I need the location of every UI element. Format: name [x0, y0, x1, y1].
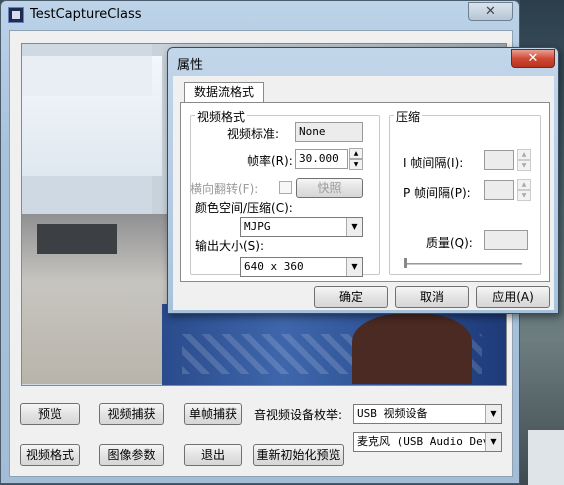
p-frame-spinner: ▲ ▼ — [517, 179, 531, 201]
quality-slider[interactable] — [404, 263, 522, 265]
spin-down-icon: ▼ — [517, 160, 531, 171]
video-format-button[interactable]: 视频格式 — [20, 444, 80, 466]
single-frame-capture-button[interactable]: 单帧捕获 — [184, 403, 242, 425]
device-enum-label: 音视频设备枚举: — [254, 408, 343, 422]
output-size-label: 输出大小(S): — [195, 239, 265, 253]
frame-rate-label: 帧率(R): — [247, 154, 293, 168]
spin-down-icon[interactable]: ▼ — [349, 159, 363, 170]
i-frame-field — [484, 150, 514, 170]
cancel-button[interactable]: 取消 — [395, 286, 469, 308]
dialog-title: 属性 — [177, 58, 204, 73]
color-space-select[interactable]: MJPG ▼ — [240, 217, 363, 237]
p-frame-label: P 帧间隔(P): — [403, 186, 471, 200]
audio-device-select[interactable]: 麦克风 (USB Audio Devi ▼ — [353, 432, 502, 452]
quality-field — [484, 230, 528, 250]
image-params-button[interactable]: 图像参数 — [99, 444, 164, 466]
frame-rate-spinner[interactable]: ▲ ▼ — [349, 148, 363, 170]
video-device-value: USB 视频设备 — [357, 407, 428, 420]
window-close-button[interactable]: ✕ — [468, 2, 513, 21]
spin-down-icon: ▼ — [517, 190, 531, 201]
frame-rate-input[interactable]: 30.000 — [295, 149, 348, 169]
reinit-preview-button[interactable]: 重新初始化预览 — [253, 444, 344, 466]
spin-up-icon[interactable]: ▲ — [349, 148, 363, 159]
output-size-value: 640 x 360 — [244, 260, 304, 273]
dropdown-arrow-icon: ▼ — [346, 258, 362, 276]
dialog-close-button[interactable]: ✕ — [511, 49, 555, 68]
apply-button[interactable]: 应用(A) — [476, 286, 550, 308]
i-frame-label: I 帧间隔(I): — [403, 156, 464, 170]
video-device-select[interactable]: USB 视频设备 ▼ — [353, 404, 502, 424]
ok-button[interactable]: 确定 — [314, 286, 388, 308]
video-capture-button[interactable]: 视频捕获 — [99, 403, 164, 425]
dropdown-arrow-icon: ▼ — [485, 405, 501, 423]
tab-panel: 视频格式 视频标准: None 帧率(R): 30.000 ▲ ▼ 横向翻转(F… — [180, 102, 550, 282]
flip-label: 横向翻转(F): — [190, 182, 259, 196]
background-window-edge — [528, 430, 564, 485]
i-frame-spinner: ▲ ▼ — [517, 149, 531, 171]
preview-computer — [37, 224, 117, 254]
color-space-label: 颜色空间/压缩(C): — [195, 201, 293, 215]
app-icon — [8, 7, 24, 23]
preview-button[interactable]: 预览 — [20, 403, 80, 425]
audio-device-value: 麦克风 (USB Audio Devi — [357, 435, 496, 448]
window-title: TestCaptureClass — [30, 7, 142, 22]
exit-button[interactable]: 退出 — [184, 444, 242, 466]
spin-up-icon: ▲ — [517, 149, 531, 160]
snapshot-button[interactable]: 快照 — [296, 178, 363, 198]
quality-label: 质量(Q): — [426, 236, 473, 250]
compression-group-title: 压缩 — [394, 108, 423, 125]
dropdown-arrow-icon: ▼ — [346, 218, 362, 236]
quality-slider-thumb[interactable] — [404, 258, 407, 268]
dropdown-arrow-icon: ▼ — [485, 433, 501, 451]
tab-stream-format[interactable]: 数据流格式 — [184, 82, 264, 103]
video-standard-label: 视频标准: — [227, 127, 280, 141]
preview-window-light — [22, 56, 162, 176]
video-format-group-title: 视频格式 — [195, 108, 248, 125]
spin-up-icon: ▲ — [517, 179, 531, 190]
output-size-select[interactable]: 640 x 360 ▼ — [240, 257, 363, 277]
dialog-client-area: 数据流格式 视频格式 视频标准: None 帧率(R): 30.000 ▲ ▼ … — [173, 76, 554, 310]
preview-person-face — [352, 314, 472, 384]
color-space-value: MJPG — [244, 220, 271, 233]
p-frame-field — [484, 180, 514, 200]
properties-dialog: 属性 ✕ 数据流格式 视频格式 视频标准: None 帧率(R): 30.000… — [167, 47, 559, 314]
flip-checkbox[interactable] — [279, 181, 292, 194]
video-standard-field: None — [295, 122, 363, 142]
